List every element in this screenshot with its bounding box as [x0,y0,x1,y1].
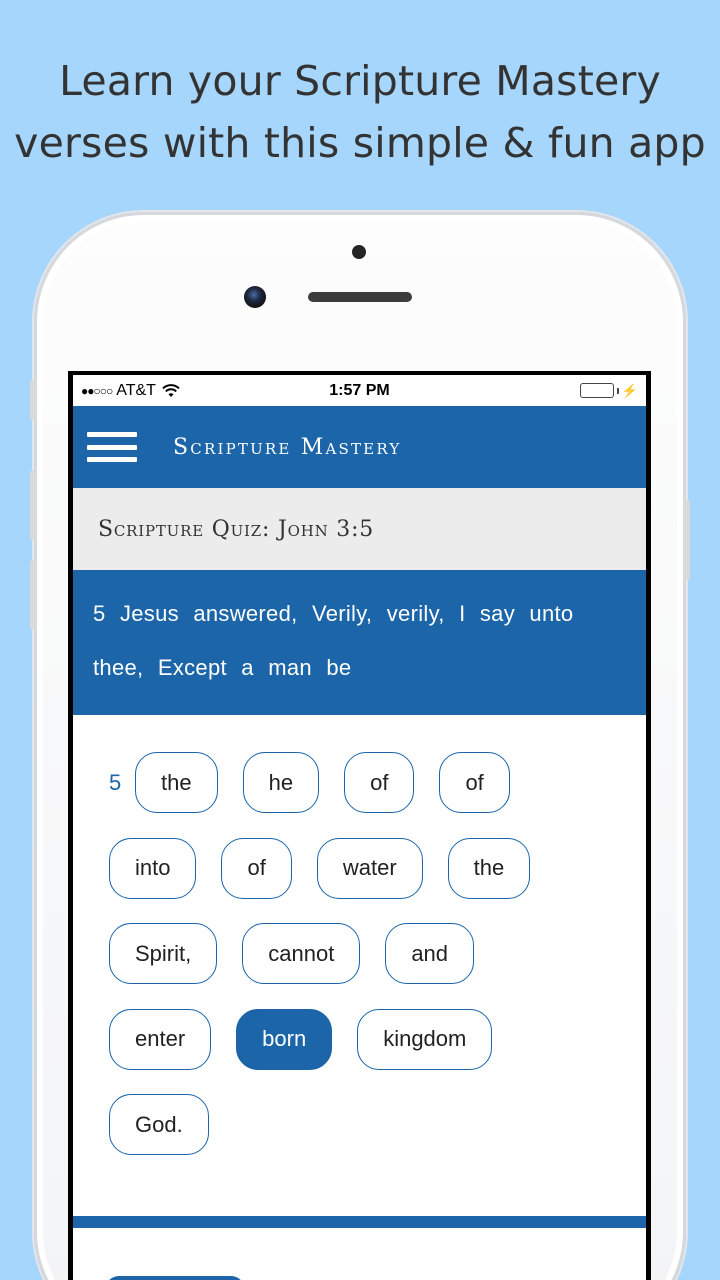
app-navbar: Scripture Mastery [73,406,646,488]
word-chip[interactable]: cannot [242,923,361,984]
phone-volume-up [30,470,36,540]
promo-line-2: verses with this simple & fun app [14,119,706,167]
promo-headline: Learn your Scripture Mastery verses with… [0,50,720,174]
front-camera [244,286,266,308]
verse-progress-text: 5 Jesus answered, Verily, verily, I say … [73,570,646,715]
word-chip[interactable]: of [221,837,292,899]
status-bar: ●●○○○ AT&T 1:57 PM ⚡ [73,375,646,406]
word-chip-selected[interactable]: born [236,1008,333,1070]
app-screen: ●●○○○ AT&T 1:57 PM ⚡ Scripture Mastery S… [73,375,646,1280]
word-row: into of water the [109,837,646,899]
word-chip[interactable]: into [109,837,197,899]
word-chip[interactable]: the [135,752,218,813]
word-chip[interactable]: and [385,923,475,984]
word-row: God. [109,1094,646,1155]
word-bank: 5 the he of of into of water the Spirit, cannot and… [73,715,646,1155]
phone-volume-down [30,560,36,630]
bottom-action-button[interactable] [105,1276,245,1280]
word-row: Spirit, cannot and [109,923,646,984]
word-chip[interactable]: water [316,837,423,899]
word-chip[interactable]: Spirit, [109,923,218,984]
word-chip[interactable]: of [439,752,510,813]
word-chip[interactable]: the [447,837,531,899]
word-chip[interactable]: kingdom [357,1008,493,1070]
battery-icon [579,383,614,398]
verse-number: 5 [109,769,122,795]
word-row: enter born kingdom [109,1008,646,1070]
phone-side-button [30,380,36,420]
app-title: Scripture Mastery [173,434,402,460]
earpiece-speaker [308,292,412,302]
word-chip[interactable]: enter [109,1008,212,1070]
promo-line-1: Learn your Scripture Mastery [59,57,661,105]
bottom-divider [73,1216,646,1228]
word-row: 5 the he of of [109,752,646,813]
proximity-sensor [352,245,366,259]
status-time: 1:57 PM [329,381,390,399]
word-chip[interactable]: he [242,752,320,813]
phone-power-button [684,500,690,580]
phone-screen: ●●○○○ AT&T 1:57 PM ⚡ Scripture Mastery S… [68,371,651,1280]
word-chip[interactable]: God. [109,1094,209,1155]
word-chip[interactable]: of [344,752,415,813]
quiz-title: Scripture Quiz: John 3:5 [73,488,646,570]
hamburger-icon[interactable] [87,432,137,462]
